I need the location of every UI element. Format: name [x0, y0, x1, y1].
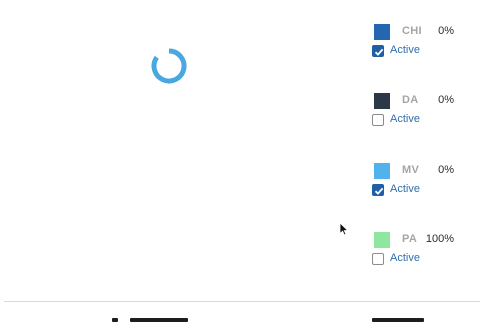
color-swatch — [374, 24, 390, 40]
legend-code: PA — [402, 233, 418, 245]
active-label[interactable]: Active — [390, 44, 420, 56]
divider — [4, 301, 480, 302]
footer-value-right — [370, 318, 426, 323]
legend-code: MV — [402, 164, 420, 176]
legend-item-da: DA 0% Active — [372, 93, 472, 133]
legend-percent: 100% — [425, 233, 454, 245]
page: CHI 0% Active DA 0% Active MV 0% Active — [0, 0, 480, 323]
legend-percent: 0% — [438, 94, 454, 106]
legend-code: CHI — [402, 25, 422, 37]
mouse-cursor-icon — [339, 222, 349, 236]
active-label[interactable]: Active — [390, 252, 420, 264]
legend-percent: 0% — [438, 164, 454, 176]
footer-value-left — [108, 318, 192, 323]
spinner-icon — [150, 47, 188, 85]
active-label[interactable]: Active — [390, 113, 420, 125]
active-label[interactable]: Active — [390, 183, 420, 195]
checkbox-checked-icon[interactable] — [372, 184, 384, 196]
color-swatch — [374, 93, 390, 109]
checkbox-unchecked-icon[interactable] — [372, 253, 384, 265]
legend-percent: 0% — [438, 25, 454, 37]
legend-item-pa: PA 100% Active — [372, 232, 472, 272]
checkbox-checked-icon[interactable] — [372, 45, 384, 57]
legend-item-mv: MV 0% Active — [372, 163, 472, 203]
color-swatch — [374, 232, 390, 248]
legend-item-chi: CHI 0% Active — [372, 24, 472, 64]
color-swatch — [374, 163, 390, 179]
legend-code: DA — [402, 94, 419, 106]
checkbox-unchecked-icon[interactable] — [372, 114, 384, 126]
